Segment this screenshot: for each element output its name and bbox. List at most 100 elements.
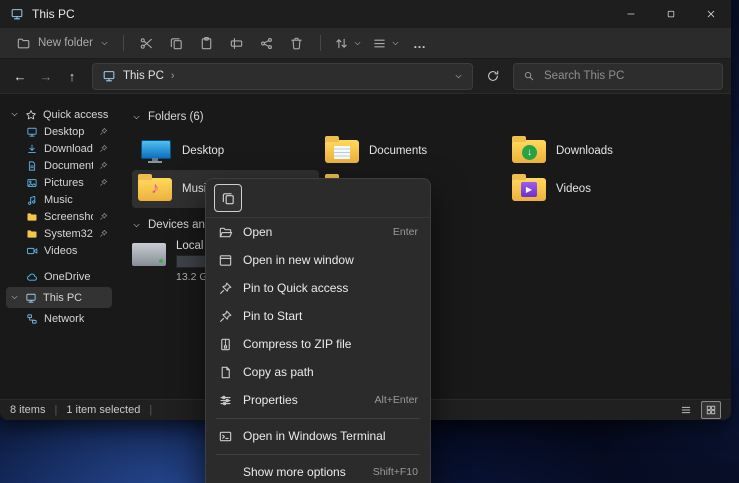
- share-button[interactable]: [252, 31, 282, 55]
- maximize-button[interactable]: [651, 0, 691, 28]
- menu-item-properties[interactable]: Properties Alt+Enter: [206, 386, 430, 414]
- pin-icon: [99, 229, 108, 238]
- forward-button[interactable]: →: [34, 64, 58, 88]
- sidebar-item-label: This PC: [43, 292, 82, 304]
- sidebar-item-downloads[interactable]: Downloads: [6, 140, 112, 157]
- search-box[interactable]: [513, 63, 723, 90]
- back-button[interactable]: ←: [8, 64, 32, 88]
- document-icon: [26, 160, 38, 172]
- close-button[interactable]: [691, 0, 731, 28]
- folder-tile-videos[interactable]: Videos: [506, 170, 693, 208]
- monitor-icon: [26, 126, 38, 138]
- menu-item-label: Pin to Quick access: [243, 281, 348, 295]
- folder-tile-documents[interactable]: Documents: [319, 132, 506, 170]
- folder-tile-desktop[interactable]: Desktop: [132, 132, 319, 170]
- pin-icon: [99, 212, 108, 221]
- status-divider: |: [149, 404, 152, 416]
- menu-item-open-in-new-window[interactable]: Open in new window: [206, 246, 430, 274]
- large-icons-view-icon: [705, 404, 717, 416]
- documents-folder-icon: [325, 137, 359, 165]
- folder-icon: [26, 228, 38, 240]
- details-view-button[interactable]: [677, 402, 695, 418]
- chevron-down-icon[interactable]: [10, 110, 19, 119]
- toolbar-divider: [320, 35, 321, 51]
- sidebar-item-onedrive[interactable]: OneDrive: [6, 266, 112, 287]
- window-title: This PC: [32, 7, 75, 21]
- breadcrumb-chevron[interactable]: ›: [171, 70, 175, 82]
- new-folder-button[interactable]: New folder: [10, 30, 115, 56]
- breadcrumb[interactable]: This PC: [123, 70, 164, 82]
- download-icon: [26, 143, 38, 155]
- chevron-down-icon[interactable]: [132, 113, 141, 122]
- copy-button[interactable]: [162, 31, 192, 55]
- zip-icon: [218, 337, 233, 352]
- sidebar-item-pictures[interactable]: Pictures: [6, 174, 112, 191]
- sidebar-item-this-pc[interactable]: This PC: [6, 287, 112, 308]
- new-window-icon: [218, 253, 233, 268]
- chevron-down-icon[interactable]: [10, 293, 19, 302]
- menu-item-open[interactable]: Open Enter: [206, 218, 430, 246]
- pin-icon: [99, 127, 108, 136]
- pin-icon: [218, 309, 233, 324]
- menu-item-pin-to-start[interactable]: Pin to Start: [206, 302, 430, 330]
- chevron-down-icon: [391, 39, 400, 48]
- folder-icon: [26, 211, 38, 223]
- menu-item-copy-as-path[interactable]: Copy as path: [206, 358, 430, 386]
- up-button[interactable]: ↑: [60, 64, 84, 88]
- chevron-down-icon[interactable]: [454, 72, 463, 81]
- sidebar-item-quick-access[interactable]: Quick access: [6, 106, 112, 123]
- menu-item-shortcut: Alt+Enter: [375, 394, 418, 406]
- search-input[interactable]: [542, 69, 713, 83]
- menu-separator: [216, 418, 420, 419]
- address-bar[interactable]: This PC ›: [92, 63, 473, 90]
- see-more-button[interactable]: …: [405, 36, 435, 51]
- sidebar-item-label: Desktop: [44, 126, 84, 138]
- sort-button[interactable]: [329, 31, 367, 55]
- menu-item-label: Open in new window: [243, 253, 354, 267]
- sidebar-item-documents[interactable]: Documents: [6, 157, 112, 174]
- copy-command-button[interactable]: [214, 184, 242, 212]
- context-menu-command-bar: [206, 179, 430, 218]
- sidebar-item-label: Screenshots: [44, 211, 93, 223]
- folder-name: Downloads: [556, 145, 613, 157]
- paste-button[interactable]: [192, 31, 222, 55]
- downloads-folder-icon: [512, 137, 546, 165]
- cut-button[interactable]: [132, 31, 162, 55]
- sidebar-item-music[interactable]: Music: [6, 191, 112, 208]
- desktop-folder-icon: [138, 137, 172, 165]
- menu-item-label: Properties: [243, 393, 298, 407]
- large-icons-view-button[interactable]: [701, 401, 721, 419]
- items-count: 8 items: [10, 404, 45, 416]
- pin-icon: [99, 178, 108, 187]
- menu-item-compress-to-zip[interactable]: Compress to ZIP file: [206, 330, 430, 358]
- folder-tile-downloads[interactable]: Downloads: [506, 132, 693, 170]
- rename-button[interactable]: [222, 31, 252, 55]
- folder-name: Videos: [556, 183, 591, 195]
- delete-icon: [289, 36, 304, 51]
- video-icon: [26, 245, 38, 257]
- sidebar-item-screenshots[interactable]: Screenshots: [6, 208, 112, 225]
- sidebar-item-desktop[interactable]: Desktop: [6, 123, 112, 140]
- sidebar-item-label: Documents: [44, 160, 93, 172]
- sidebar-item-label: Pictures: [44, 177, 84, 189]
- sidebar-item-videos[interactable]: Videos: [6, 242, 112, 259]
- minimize-icon: [626, 9, 636, 19]
- chevron-down-icon: [100, 39, 109, 48]
- minimize-button[interactable]: [611, 0, 651, 28]
- chevron-down-icon[interactable]: [132, 221, 141, 230]
- refresh-button[interactable]: [481, 64, 505, 88]
- menu-item-open-in-windows-terminal[interactable]: Open in Windows Terminal: [206, 422, 430, 450]
- sort-icon: [334, 36, 349, 51]
- this-pc-icon: [10, 7, 24, 21]
- command-toolbar: New folder …: [0, 28, 731, 59]
- music-folder-icon: [138, 175, 172, 203]
- sidebar-item-label: OneDrive: [44, 271, 90, 283]
- view-button[interactable]: [367, 31, 405, 55]
- menu-item-pin-to-quick-access[interactable]: Pin to Quick access: [206, 274, 430, 302]
- sidebar-item-system32[interactable]: System32: [6, 225, 112, 242]
- new-folder-label: New folder: [38, 37, 93, 49]
- delete-button[interactable]: [282, 31, 312, 55]
- sidebar-item-network[interactable]: Network: [6, 308, 112, 329]
- menu-item-show-more-options[interactable]: Show more options Shift+F10: [206, 458, 430, 483]
- refresh-icon: [486, 69, 500, 83]
